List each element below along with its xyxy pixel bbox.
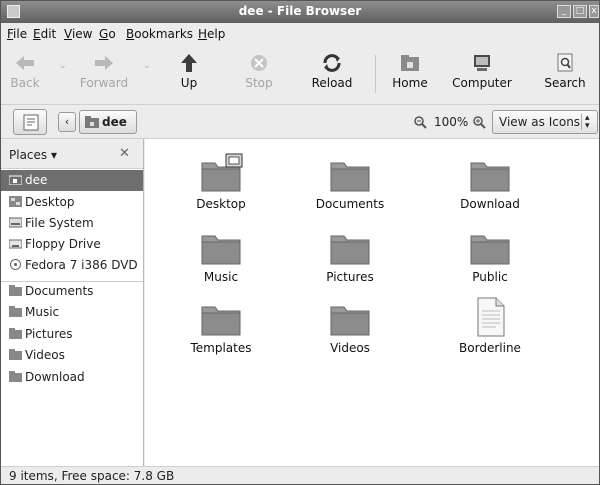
folder-icon bbox=[201, 235, 241, 265]
reload-icon bbox=[321, 53, 343, 73]
folder-icon bbox=[9, 285, 22, 296]
zoom-out-icon[interactable] bbox=[413, 115, 427, 129]
up-button[interactable]: Up bbox=[169, 49, 209, 101]
sidebar-item-videos[interactable]: Videos bbox=[1, 345, 143, 366]
toolbar-separator bbox=[375, 55, 376, 93]
floppy-icon bbox=[9, 239, 22, 249]
forward-history-chevron-icon[interactable]: ⌄ bbox=[143, 61, 151, 71]
sidebar-item-music[interactable]: Music bbox=[1, 302, 143, 323]
desktop-folder-icon bbox=[201, 153, 243, 192]
search-button[interactable]: Search bbox=[541, 49, 589, 101]
file-item-videos[interactable]: Videos bbox=[295, 297, 405, 355]
stop-button[interactable]: Stop bbox=[237, 49, 281, 101]
file-item-borderline[interactable]: Borderline bbox=[435, 297, 545, 355]
forward-button[interactable]: Forward bbox=[77, 49, 131, 101]
path-scroll-left-button[interactable]: ‹ bbox=[58, 112, 76, 132]
close-icon[interactable]: x bbox=[589, 5, 599, 18]
zoom-in-icon[interactable] bbox=[472, 115, 486, 129]
file-item-templates[interactable]: Templates bbox=[166, 297, 276, 355]
toggle-location-button[interactable] bbox=[13, 109, 47, 135]
file-item-music[interactable]: Music bbox=[166, 226, 276, 284]
folder-icon bbox=[201, 306, 241, 336]
stop-icon bbox=[248, 53, 270, 73]
sidebar-item-file-system[interactable]: File System bbox=[1, 213, 143, 234]
home-button[interactable]: Home bbox=[389, 49, 431, 101]
menu-help[interactable]: Help bbox=[198, 27, 225, 41]
folder-icon bbox=[470, 235, 510, 265]
file-item-pictures[interactable]: Pictures bbox=[295, 226, 405, 284]
file-item-download[interactable]: Download bbox=[435, 153, 545, 211]
menu-bookmarks[interactable]: Bookmarks bbox=[126, 27, 193, 41]
status-bar: 9 items, Free space: 7.8 GB bbox=[1, 466, 599, 484]
sidebar-item-fedora-dvd[interactable]: Fedora 7 i386 DVD bbox=[1, 255, 143, 276]
icon-view[interactable]: Desktop Documents Download Music Picture… bbox=[145, 139, 599, 466]
folder-icon bbox=[9, 371, 22, 382]
computer-icon bbox=[471, 53, 493, 73]
forward-arrow-icon bbox=[93, 53, 115, 73]
path-button-dee[interactable]: dee bbox=[79, 110, 137, 134]
folder-icon bbox=[9, 306, 22, 317]
home-folder-icon bbox=[399, 53, 421, 73]
menu-bar: File Edit View Go Bookmarks Help bbox=[1, 23, 599, 45]
toolbar: Back ⌄ Forward ⌄ Up Stop Reload Home Com… bbox=[1, 45, 599, 105]
title-bar[interactable]: dee - File Browser _ □ x bbox=[1, 1, 599, 23]
sidebar-type-select[interactable]: Places ▾ bbox=[9, 148, 57, 162]
menu-go[interactable]: Go bbox=[99, 27, 116, 41]
folder-icon bbox=[330, 306, 370, 336]
reload-button[interactable]: Reload bbox=[303, 49, 361, 101]
file-item-documents[interactable]: Documents bbox=[295, 153, 405, 211]
sidebar-item-desktop[interactable]: Desktop bbox=[1, 192, 143, 213]
folder-icon bbox=[330, 162, 370, 192]
up-arrow-icon bbox=[178, 53, 200, 73]
file-browser-window: dee - File Browser _ □ x File Edit View … bbox=[0, 0, 600, 485]
folder-icon bbox=[470, 162, 510, 192]
file-item-desktop[interactable]: Desktop bbox=[166, 153, 276, 211]
location-bar: ‹ dee 100% View as Icons ▴ ▾ bbox=[1, 105, 599, 139]
drive-icon bbox=[9, 217, 22, 228]
select-divider bbox=[581, 114, 582, 130]
sidebar-item-dee[interactable]: dee bbox=[1, 170, 143, 191]
disc-icon bbox=[10, 259, 21, 270]
menu-view[interactable]: View bbox=[64, 27, 92, 41]
back-button[interactable]: Back bbox=[5, 49, 45, 101]
folder-icon bbox=[9, 328, 22, 339]
sidebar-item-floppy-drive[interactable]: Floppy Drive bbox=[1, 234, 143, 255]
sidebar-item-documents[interactable]: Documents bbox=[1, 281, 143, 302]
sidebar-header: Places ▾ ✕ bbox=[1, 139, 143, 169]
back-arrow-icon bbox=[14, 53, 36, 73]
select-arrows-icon: ▴ ▾ bbox=[585, 113, 590, 131]
home-folder-icon bbox=[9, 175, 22, 185]
computer-button[interactable]: Computer bbox=[449, 49, 515, 101]
folder-icon bbox=[330, 235, 370, 265]
desktop-icon bbox=[9, 196, 22, 207]
menu-file[interactable]: File bbox=[7, 27, 27, 41]
file-item-public[interactable]: Public bbox=[435, 226, 545, 284]
maximize-icon[interactable]: □ bbox=[573, 5, 587, 18]
search-icon bbox=[554, 53, 576, 73]
back-history-chevron-icon[interactable]: ⌄ bbox=[59, 61, 67, 71]
view-mode-select[interactable]: View as Icons ▴ ▾ bbox=[492, 110, 598, 134]
minimize-icon[interactable]: _ bbox=[557, 5, 571, 18]
home-folder-icon bbox=[85, 116, 99, 128]
sidebar-item-download[interactable]: Download bbox=[1, 367, 143, 388]
folder-icon bbox=[9, 349, 22, 360]
sidebar-close-icon[interactable]: ✕ bbox=[119, 146, 130, 161]
text-entry-icon bbox=[23, 114, 39, 131]
window-title: dee - File Browser bbox=[238, 4, 362, 18]
places-sidebar: Places ▾ ✕ dee Desktop File System Flopp… bbox=[1, 139, 144, 466]
document-icon bbox=[477, 297, 505, 337]
sidebar-item-pictures[interactable]: Pictures bbox=[1, 324, 143, 345]
menu-edit[interactable]: Edit bbox=[33, 27, 56, 41]
zoom-level[interactable]: 100% bbox=[434, 115, 468, 129]
